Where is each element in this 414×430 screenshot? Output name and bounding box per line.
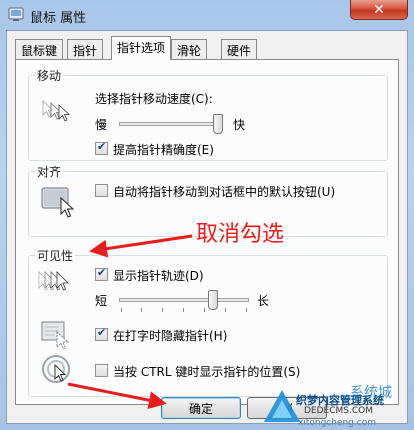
speed-label: 选择指针移动速度(C): xyxy=(95,92,213,106)
tab-pointers[interactable]: 指针 xyxy=(67,39,104,59)
speed-slider-track[interactable] xyxy=(119,122,223,126)
tab-pointer-options[interactable]: 指针选项 xyxy=(111,36,172,60)
snap-to-icon xyxy=(41,187,75,218)
ctrl-locate-checkbox[interactable] xyxy=(95,364,108,377)
trail-tick xyxy=(183,308,184,312)
fast-label: 快 xyxy=(233,118,246,132)
tab-wheel[interactable]: 滑轮 xyxy=(171,39,208,59)
title-bar: 鼠标 属性 ✕ xyxy=(0,0,414,30)
motion-group-title: 移动 xyxy=(35,67,64,84)
trail-tick xyxy=(204,308,205,312)
snap-label: 自动将指针移动到对话框中的默认按钮(U) xyxy=(113,185,336,199)
window-title: 鼠标 属性 xyxy=(30,11,87,26)
snap-checkbox[interactable] xyxy=(95,184,108,197)
trail-tick xyxy=(225,308,226,312)
motion-group: 移动 选择指针移动速度(C): 慢 快 提高指针精确度(E) xyxy=(28,67,388,161)
precision-checkbox[interactable] xyxy=(95,140,108,155)
close-button[interactable]: ✕ xyxy=(350,0,408,20)
trail-tick xyxy=(121,308,122,312)
ctrl-locate-icon xyxy=(42,355,70,383)
hide-while-typing-label: 在打字时隐藏指针(H) xyxy=(113,329,228,343)
trail-tick xyxy=(162,308,163,312)
annotation-text: 取消勾选 xyxy=(196,222,285,247)
mouse-settings-icon xyxy=(8,7,24,21)
visibility-group: 可见性 显示指针轨迹(D) 短 长 xyxy=(28,247,388,397)
slow-label: 慢 xyxy=(95,118,108,132)
trail-tick xyxy=(246,308,247,312)
visibility-group-title: 可见性 xyxy=(35,247,76,264)
precision-label: 提高指针精确度(E) xyxy=(113,143,214,157)
speed-slider-thumb[interactable] xyxy=(212,114,223,134)
trail-tick xyxy=(141,308,142,312)
tab-hardware[interactable]: 硬件 xyxy=(221,39,258,59)
hide-pointer-icon xyxy=(41,321,70,350)
trail-slider-thumb[interactable] xyxy=(207,290,218,310)
close-icon: ✕ xyxy=(373,1,385,18)
watermark-line3: 系统城 xyxy=(350,385,392,401)
trails-checkbox[interactable] xyxy=(95,266,108,281)
pointer-speed-icon xyxy=(42,100,71,122)
long-label: 长 xyxy=(257,294,270,308)
snap-group-title: 对齐 xyxy=(35,163,64,180)
trail-slider-track[interactable] xyxy=(119,298,249,302)
watermark-line4: xitongcheng.com xyxy=(298,418,376,428)
short-label: 短 xyxy=(95,294,108,308)
ctrl-locate-label: 当按 CTRL 键时显示指针的位置(S) xyxy=(113,365,301,379)
trails-label: 显示指针轨迹(D) xyxy=(113,269,204,283)
tab-buttons[interactable]: 鼠标键 xyxy=(15,39,64,59)
hide-while-typing-checkbox[interactable] xyxy=(95,326,108,341)
watermark-line2: DEDECMS.COM xyxy=(304,406,373,416)
pointer-trails-icon xyxy=(38,271,69,291)
ok-button[interactable]: 确定 xyxy=(161,397,241,419)
